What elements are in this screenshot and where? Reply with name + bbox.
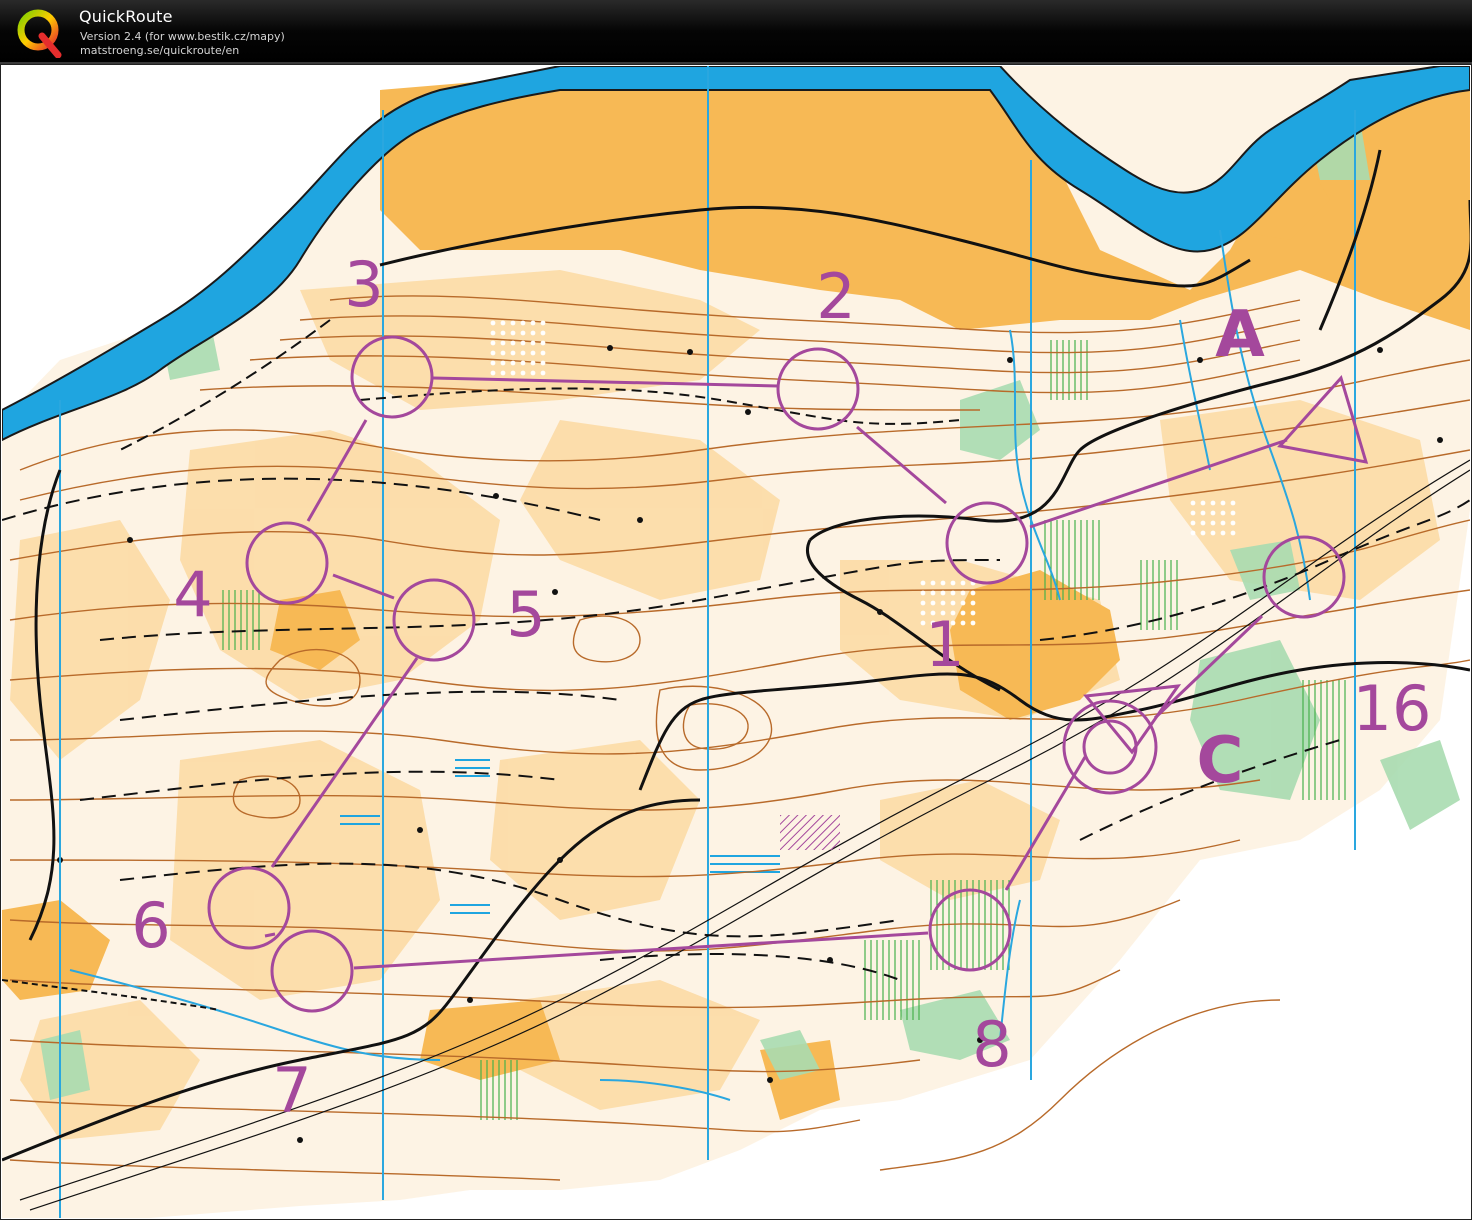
app-header: Q QuickRoute Version 2.4 (for www.bestik… <box>0 0 1472 64</box>
control-label-16: 16 <box>1353 672 1432 745</box>
extra-control-label: C <box>1197 724 1244 798</box>
quickroute-logo-icon: Q <box>17 9 62 58</box>
control-label-5: 5 <box>506 578 545 651</box>
app-url[interactable]: matstroeng.se/quickroute/en <box>80 44 239 57</box>
control-label-7: 7 <box>272 1054 311 1127</box>
start-label: A <box>1215 298 1265 372</box>
control-label-2: 2 <box>816 260 855 333</box>
forbidden-area <box>780 815 840 850</box>
control-label-1: 1 <box>925 608 964 681</box>
app-title: QuickRoute <box>79 7 173 26</box>
app-version: Version 2.4 (for www.bestik.cz/mapy) <box>80 30 285 43</box>
orienteering-map[interactable]: 1 2 3 4 5 6 7 8 16 A C <box>2 66 1470 1218</box>
control-label-4: 4 <box>173 558 212 631</box>
map-canvas[interactable]: 1 2 3 4 5 6 7 8 16 A C <box>2 66 1470 1218</box>
control-label-6: 6 <box>131 889 170 962</box>
control-label-8: 8 <box>972 1008 1011 1081</box>
control-label-3: 3 <box>344 248 383 321</box>
